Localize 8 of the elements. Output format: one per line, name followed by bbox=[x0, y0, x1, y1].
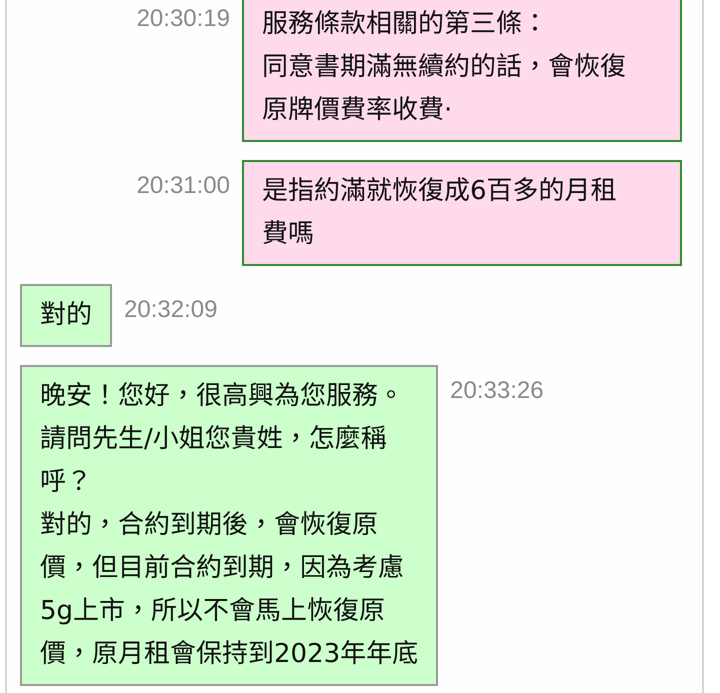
message-bubble: 服務條款相關的第三條： 同意書期滿無續約的話，會恢復 原牌價費率收費· bbox=[242, 0, 682, 142]
message-bubble: 是指約滿就恢復成6百多的月租 費嗎 bbox=[242, 160, 682, 266]
message-time: 20:33:26 bbox=[450, 376, 544, 406]
message-time: 20:32:09 bbox=[124, 295, 218, 325]
message-time: 20:30:19 bbox=[136, 4, 230, 34]
message-time: 20:31:00 bbox=[136, 171, 230, 201]
message-bubble: 對的 bbox=[20, 284, 112, 347]
message-bubble: 晚安！您好，很高興為您服務。 請問先生/小姐您貴姓，怎麼稱 呼？ 對的，合約到期後，會恢復原 價，但目前合約到期，因為考慮 5g上市，所以不會馬上恢復原 價，原月租會保持到2023年年底 bbox=[20, 365, 438, 686]
